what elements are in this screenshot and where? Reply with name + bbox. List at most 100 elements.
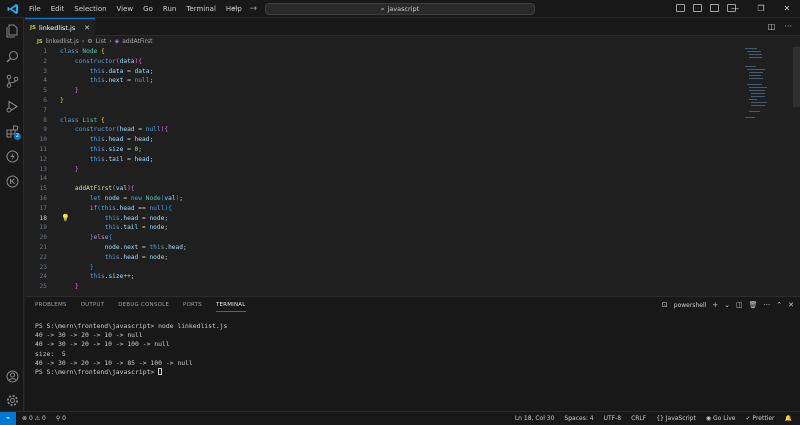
line-number: 6 bbox=[43, 96, 47, 104]
tab-debug-console[interactable]: DEBUG CONSOLE bbox=[118, 302, 169, 312]
tab-problems[interactable]: PROBLEMS bbox=[35, 302, 67, 312]
terminal-output[interactable]: PS S:\mern\frontend\javascript> node lin… bbox=[35, 322, 735, 377]
ports-status[interactable]: ⚲ 0 bbox=[56, 412, 66, 425]
line-number: 22 bbox=[39, 253, 47, 261]
minimap[interactable] bbox=[745, 47, 795, 127]
more-actions-icon[interactable]: ··· bbox=[784, 22, 792, 31]
gitlens-icon[interactable] bbox=[4, 173, 20, 189]
terminal-line: size: 5 bbox=[35, 349, 66, 358]
go-live-label: Go Live bbox=[713, 415, 736, 422]
menu-edit[interactable]: Edit bbox=[46, 0, 70, 18]
forward-arrow-icon[interactable]: → bbox=[250, 4, 258, 14]
code-line: } bbox=[74, 87, 79, 95]
code-line: class Node { bbox=[60, 48, 105, 55]
language-mode[interactable]: {} JavaScript bbox=[656, 412, 696, 425]
tab-linkedlist[interactable]: JS linkedlist.js ✕ bbox=[25, 18, 95, 36]
code-editor[interactable]: 1 2 3 4 5 6 7 8 9 10 11 12 13 14 15 16 1… bbox=[25, 47, 800, 295]
line-endings[interactable]: CRLF bbox=[631, 412, 646, 425]
tab-output[interactable]: OUTPUT bbox=[81, 302, 105, 312]
problems-status[interactable]: ⊗ 0 ⚠ 0 bbox=[22, 412, 46, 425]
line-number: 21 bbox=[39, 243, 47, 251]
menu-run[interactable]: Run bbox=[158, 0, 181, 18]
line-number: 25 bbox=[39, 283, 47, 291]
minimize-icon[interactable]: — bbox=[722, 0, 748, 18]
code-line: this.tail = node; bbox=[104, 224, 169, 232]
close-tab-icon[interactable]: ✕ bbox=[84, 24, 90, 32]
status-left: ⊗ 0 ⚠ 0 ⚲ 0 bbox=[22, 412, 66, 425]
broadcast-icon: ◉ bbox=[705, 415, 712, 422]
account-icon[interactable] bbox=[4, 368, 20, 384]
terminal-line: 40 -> 30 -> 20 -> 10 -> 85 -> 100 -> nul… bbox=[35, 358, 193, 367]
source-control-icon[interactable] bbox=[4, 73, 20, 89]
class-symbol-icon: ⚙ bbox=[87, 38, 93, 45]
new-terminal-icon[interactable]: + bbox=[712, 301, 718, 309]
explorer-icon[interactable] bbox=[4, 23, 20, 39]
go-live-button[interactable]: ◉ Go Live bbox=[706, 412, 736, 425]
tab-terminal[interactable]: TERMINAL bbox=[215, 302, 246, 312]
minimap-line bbox=[751, 102, 767, 104]
status-right: Ln 18, Col 30 Spaces: 4 UTF-8 CRLF {} Ja… bbox=[515, 412, 792, 425]
editor-scrollbar[interactable] bbox=[793, 47, 800, 107]
method-symbol-icon: ◈ bbox=[114, 38, 120, 45]
line-number: 24 bbox=[39, 273, 47, 281]
remote-indicator-icon[interactable]: ⌁ bbox=[0, 412, 16, 425]
indentation[interactable]: Spaces: 4 bbox=[564, 412, 593, 425]
trash-icon[interactable]: 🗑 bbox=[749, 301, 758, 309]
close-panel-icon[interactable]: ✕ bbox=[788, 301, 794, 309]
minimap-line bbox=[749, 99, 757, 101]
menu-view[interactable]: View bbox=[112, 0, 139, 18]
file-encoding[interactable]: UTF-8 bbox=[604, 412, 622, 425]
code-line: this.head = node; bbox=[104, 253, 169, 261]
thunder-client-icon[interactable] bbox=[4, 148, 20, 164]
restore-icon[interactable]: ❐ bbox=[748, 0, 774, 18]
tab-ports[interactable]: PORTS bbox=[183, 302, 202, 312]
notifications-bell-icon[interactable]: 🔔 bbox=[785, 412, 792, 425]
code-line: this.head = node; bbox=[104, 214, 169, 222]
toggle-sidebar-icon[interactable] bbox=[676, 4, 685, 12]
line-number: 1 bbox=[43, 48, 47, 55]
split-terminal-icon[interactable]: ◫ bbox=[736, 301, 743, 309]
breadcrumb-class[interactable]: List bbox=[96, 38, 107, 45]
split-editor-icon[interactable]: ◫ bbox=[768, 22, 776, 31]
prettier-status[interactable]: ✓ Prettier bbox=[746, 412, 775, 425]
code-line: } bbox=[60, 96, 64, 104]
code-line: constructor(head = null){ bbox=[74, 126, 169, 134]
toggle-panel-icon[interactable] bbox=[693, 4, 702, 12]
minimap-line bbox=[749, 75, 761, 77]
back-arrow-icon[interactable]: ← bbox=[232, 4, 240, 14]
cursor-position[interactable]: Ln 18, Col 30 bbox=[515, 412, 555, 425]
chevron-down-icon[interactable]: ⌄ bbox=[724, 301, 730, 309]
command-center-search[interactable]: ⌕ javascript bbox=[265, 3, 535, 15]
error-count: 0 bbox=[28, 415, 33, 422]
panel-actions: ⊡ powershell + ⌄ ◫ 🗑 ··· ⌃ ✕ bbox=[662, 301, 794, 309]
line-number: 7 bbox=[43, 106, 47, 114]
code-line: class List { bbox=[60, 116, 105, 124]
search-activity-icon[interactable] bbox=[4, 48, 20, 64]
menu-terminal[interactable]: Terminal bbox=[181, 0, 221, 18]
maximize-panel-icon[interactable]: ⌃ bbox=[776, 301, 782, 309]
code-line: constructor(data){ bbox=[74, 57, 142, 65]
extensions-icon[interactable]: 2 bbox=[4, 123, 21, 140]
terminal-line: 40 -> 30 -> 20 -> 10 -> null bbox=[35, 331, 143, 340]
menu-file[interactable]: File bbox=[24, 0, 46, 18]
javascript-file-icon: JS bbox=[30, 24, 37, 31]
code-line: this.head = head; bbox=[89, 136, 154, 144]
close-window-icon[interactable]: ✕ bbox=[774, 0, 800, 18]
breadcrumb-file[interactable]: linkedlist.js bbox=[45, 38, 78, 45]
toggle-secondary-sidebar-icon[interactable] bbox=[710, 4, 719, 12]
shell-name[interactable]: powershell bbox=[674, 302, 707, 309]
menu-selection[interactable]: Selection bbox=[69, 0, 111, 18]
line-number: 17 bbox=[39, 204, 47, 212]
more-actions-icon[interactable]: ··· bbox=[764, 301, 771, 309]
code-line: addAtFirst(val){ bbox=[74, 185, 135, 193]
breadcrumb-method[interactable]: addAtFirst bbox=[122, 38, 152, 45]
line-number: 12 bbox=[39, 155, 47, 163]
terminal-line: PS S:\mern\frontend\javascript> node lin… bbox=[35, 322, 228, 330]
bottom-panel: PROBLEMS OUTPUT DEBUG CONSOLE PORTS TERM… bbox=[25, 296, 800, 411]
editor-actions: ◫ ··· bbox=[768, 22, 792, 31]
chevron-right-icon: › bbox=[81, 38, 85, 45]
run-debug-icon[interactable] bbox=[4, 98, 20, 114]
settings-gear-icon[interactable] bbox=[4, 392, 20, 408]
menu-go[interactable]: Go bbox=[138, 0, 158, 18]
